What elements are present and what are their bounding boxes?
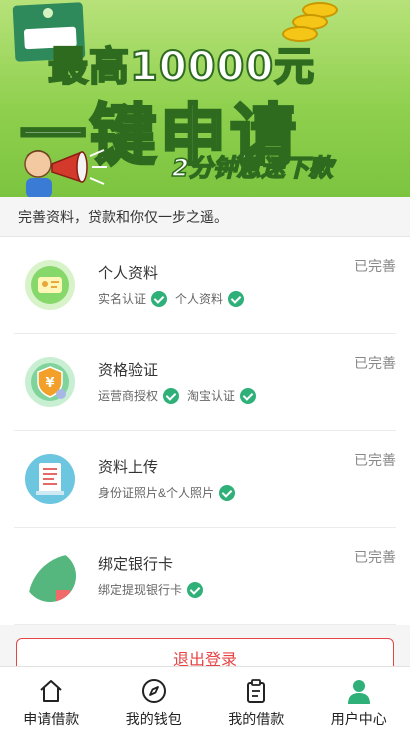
bottom-tab-bar: 申请借款 我的钱包 我的借款 用户中心: [0, 666, 410, 731]
shield-yuan-icon: ¥: [25, 357, 75, 407]
promo-banner[interactable]: 最高10000元 一键申请 2分钟急速下款: [0, 0, 410, 197]
check-icon: [151, 290, 168, 307]
step-upload[interactable]: 资料上传 已完善 身份证照片&个人照片: [14, 431, 396, 528]
status-label: 已完善: [354, 258, 396, 274]
tab-user-center[interactable]: 用户中心: [308, 667, 410, 731]
step-title: 资料上传: [98, 459, 159, 476]
step-personal-info[interactable]: 个人资料 已完善 实名认证 个人资料: [14, 237, 396, 334]
status-label: 已完善: [354, 452, 396, 468]
status-label: 已完善: [354, 355, 396, 371]
id-card-icon: [25, 260, 75, 310]
svg-text:¥: ¥: [45, 376, 54, 391]
sub-label: 运营商授权: [98, 389, 159, 403]
sub-label: 个人资料: [175, 292, 224, 306]
check-icon: [187, 581, 204, 598]
step-qualification[interactable]: ¥ 资格验证 已完善 运营商授权 淘宝认证: [14, 334, 396, 431]
check-icon: [163, 387, 180, 404]
user-icon: [347, 680, 370, 704]
document-upload-icon: [25, 454, 75, 504]
step-title: 绑定银行卡: [98, 556, 174, 573]
banner-headline-speed: 2分钟急速下款: [171, 153, 333, 183]
sub-label: 淘宝认证: [187, 389, 236, 403]
tab-label: 我的借款: [228, 711, 285, 727]
megaphone-man-illustration: [24, 149, 107, 197]
intro-text: 完善资料，贷款和你仅一步之遥。: [0, 197, 410, 237]
home-icon: [40, 680, 62, 702]
step-title: 个人资料: [98, 265, 159, 282]
tab-label: 我的钱包: [125, 711, 182, 727]
compass-icon: [141, 679, 166, 703]
tab-apply-loan[interactable]: 申请借款: [0, 667, 103, 731]
tab-label: 申请借款: [23, 711, 80, 727]
check-icon: [219, 484, 236, 501]
clipboard-icon: [247, 679, 266, 703]
sub-label: 绑定提现银行卡: [98, 583, 183, 597]
step-title: 资格验证: [98, 362, 159, 379]
sub-label: 身份证照片&个人照片: [98, 486, 215, 500]
profile-steps-list: 个人资料 已完善 实名认证 个人资料 ¥ 资格验证 已完善 运营商授权 淘宝认证: [0, 237, 410, 625]
check-icon: [240, 387, 257, 404]
step-bank-card[interactable]: 绑定银行卡 已完善 绑定提现银行卡: [14, 528, 396, 625]
check-icon: [228, 290, 245, 307]
sub-label: 实名认证: [98, 292, 147, 306]
bank-card-icon: [28, 554, 76, 602]
status-label: 已完善: [354, 549, 396, 565]
tab-my-loans[interactable]: 我的借款: [205, 667, 308, 731]
tab-label: 用户中心: [330, 711, 387, 727]
tab-my-wallet[interactable]: 我的钱包: [103, 667, 206, 731]
